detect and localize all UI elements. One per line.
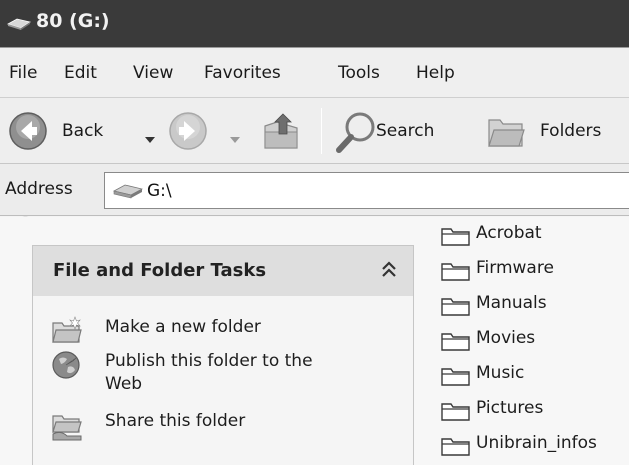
new-folder-icon [51, 316, 83, 348]
file-name: Firmware [476, 258, 554, 278]
up-folder-icon[interactable] [261, 110, 301, 156]
tasks-title: File and Folder Tasks [53, 260, 267, 281]
address-bar: Address G:\ [0, 164, 629, 216]
address-input[interactable]: G:\ [104, 172, 629, 209]
forward-dropdown-icon[interactable] [230, 128, 240, 147]
back-button[interactable]: Back [8, 108, 158, 154]
back-arrow-icon [8, 111, 48, 155]
search-label: Search [376, 121, 435, 141]
folder-icon [441, 296, 471, 320]
forward-button[interactable] [168, 111, 208, 155]
folder-icon [441, 226, 471, 250]
task-share-folder[interactable]: Share this folder [51, 410, 391, 441]
toolbar-separator [321, 108, 322, 154]
menu-tools[interactable]: Tools [338, 63, 380, 83]
folders-button[interactable]: Folders [486, 108, 629, 154]
task-publish-to-web[interactable]: Publish this folder to the Web [51, 350, 391, 398]
file-name: Movies [476, 328, 536, 348]
file-name: Manuals [476, 293, 547, 313]
globe-icon [51, 350, 83, 386]
drive-icon [6, 14, 31, 36]
address-value: G:\ [147, 181, 172, 201]
forward-arrow-icon [169, 112, 207, 150]
folders-icon [486, 112, 526, 154]
back-label: Back [62, 121, 104, 141]
menu-favorites[interactable]: Favorites [204, 63, 281, 83]
share-folder-icon [51, 410, 83, 446]
file-folder-tasks-panel: File and Folder Tasks Make a new folder [32, 245, 414, 465]
folder-icon [441, 261, 471, 285]
drive-icon [112, 183, 144, 203]
folder-icon [441, 366, 471, 390]
window-title: 80 (G:) [36, 10, 110, 32]
folder-icon [441, 401, 471, 425]
folder-icon [441, 436, 471, 460]
menu-help[interactable]: Help [416, 63, 455, 83]
task-label-line2: Web [105, 374, 143, 394]
title-bar: 80 (G:) [0, 0, 629, 47]
content-area: File and Folder Tasks Make a new folder [0, 217, 629, 465]
menu-bar: File Edit View Favorites Tools Help [0, 47, 629, 98]
file-name: Pictures [476, 398, 544, 418]
magnifier-icon [334, 110, 378, 158]
menu-file[interactable]: File [9, 63, 37, 83]
task-label: Make a new folder [105, 317, 261, 337]
menu-view[interactable]: View [133, 63, 173, 83]
folder-icon [441, 331, 471, 355]
address-label: Address [5, 179, 73, 199]
search-button[interactable]: Search [334, 108, 464, 154]
file-name: Unibrain_infos [476, 433, 597, 453]
collapse-icon[interactable] [378, 258, 400, 282]
folders-label: Folders [540, 121, 602, 141]
tasks-header[interactable]: File and Folder Tasks [33, 246, 413, 296]
task-label: Share this folder [105, 411, 246, 431]
menu-edit[interactable]: Edit [64, 63, 97, 83]
file-name: Music [476, 363, 525, 383]
task-make-new-folder[interactable]: Make a new folder [51, 316, 391, 346]
toolbar: Back Search Folders [0, 98, 629, 164]
task-label-line1: Publish this folder to the [105, 351, 313, 371]
file-name: Acrobat [476, 223, 542, 243]
back-dropdown-icon[interactable] [145, 128, 155, 147]
